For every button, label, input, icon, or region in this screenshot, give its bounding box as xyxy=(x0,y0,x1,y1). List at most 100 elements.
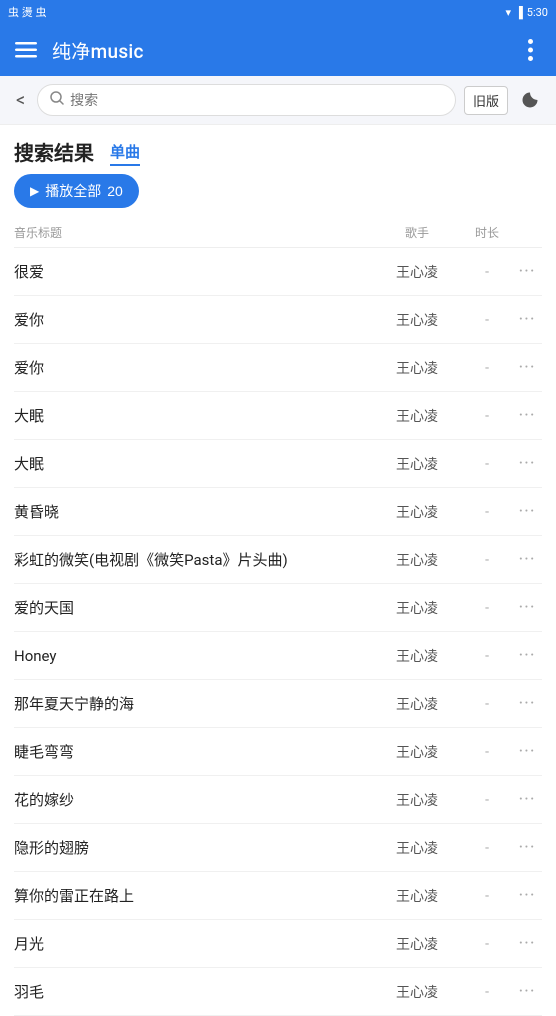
song-artist: 王心凌 xyxy=(372,310,462,330)
song-artist: 王心凌 xyxy=(372,502,462,522)
play-all-button[interactable]: ▶ 播放全部 20 xyxy=(14,174,139,208)
song-more-icon[interactable]: ··· xyxy=(512,453,542,474)
table-row[interactable]: 大眠 王心凌 - ··· xyxy=(14,440,542,488)
table-row[interactable]: 很爱 王心凌 - ··· xyxy=(14,248,542,296)
song-name: Honey xyxy=(14,647,372,665)
song-artist: 王心凌 xyxy=(372,406,462,426)
song-more-icon[interactable]: ··· xyxy=(512,885,542,906)
song-name: 那年夏天宁静的海 xyxy=(14,693,372,714)
song-name: 大眠 xyxy=(14,453,372,474)
song-duration: - xyxy=(462,312,512,328)
search-input[interactable] xyxy=(70,92,443,108)
result-header: 搜索结果 单曲 xyxy=(14,137,542,166)
song-duration: - xyxy=(462,360,512,376)
song-artist: 王心凌 xyxy=(372,358,462,378)
play-all-label: 播放全部 xyxy=(45,181,101,201)
header-artist-col: 歌手 xyxy=(372,224,462,241)
song-duration: - xyxy=(462,504,512,520)
song-name: 爱你 xyxy=(14,309,372,330)
song-duration: - xyxy=(462,408,512,424)
song-name: 彩虹的微笑(电视剧《微笑Pasta》片头曲) xyxy=(14,549,372,570)
time-display: 5:30 xyxy=(527,6,548,19)
song-duration: - xyxy=(462,936,512,952)
table-row[interactable]: 爱的天国 王心凌 - ··· xyxy=(14,584,542,632)
song-more-icon[interactable]: ··· xyxy=(512,645,542,666)
table-row[interactable]: 黄昏晓 王心凌 - ··· xyxy=(14,488,542,536)
song-list: 很爱 王心凌 - ··· 爱你 王心凌 - ··· 爱你 王心凌 - ··· 大… xyxy=(14,248,542,1016)
search-icon xyxy=(50,91,64,109)
wifi-icon: ▾ xyxy=(505,6,511,19)
song-duration: - xyxy=(462,456,512,472)
song-name: 隐形的翅膀 xyxy=(14,837,372,858)
song-more-icon[interactable]: ··· xyxy=(512,789,542,810)
top-bar: 纯净music xyxy=(0,24,556,76)
menu-icon[interactable] xyxy=(12,36,40,64)
table-row[interactable]: 睫毛弯弯 王心凌 - ··· xyxy=(14,728,542,776)
song-duration: - xyxy=(462,552,512,568)
table-row[interactable]: 大眠 王心凌 - ··· xyxy=(14,392,542,440)
table-row[interactable]: 爱你 王心凌 - ··· xyxy=(14,296,542,344)
status-bar: 虫 燙 虫 ▾ ▐ 5:30 xyxy=(0,0,556,24)
song-name: 算你的雷正在路上 xyxy=(14,885,372,906)
song-name: 月光 xyxy=(14,933,372,954)
table-row[interactable]: 那年夏天宁静的海 王心凌 - ··· xyxy=(14,680,542,728)
song-duration: - xyxy=(462,696,512,712)
song-more-icon[interactable]: ··· xyxy=(512,597,542,618)
song-more-icon[interactable]: ··· xyxy=(512,309,542,330)
play-all-play-icon: ▶ xyxy=(30,184,39,198)
song-name: 爱的天国 xyxy=(14,597,372,618)
table-row[interactable]: Honey 王心凌 - ··· xyxy=(14,632,542,680)
song-artist: 王心凌 xyxy=(372,742,462,762)
search-input-wrap[interactable] xyxy=(37,84,456,116)
song-more-icon[interactable]: ··· xyxy=(512,741,542,762)
song-name: 黄昏晓 xyxy=(14,501,372,522)
status-left: 虫 燙 虫 xyxy=(8,4,46,20)
table-row[interactable]: 月光 王心凌 - ··· xyxy=(14,920,542,968)
table-row[interactable]: 羽毛 王心凌 - ··· xyxy=(14,968,542,1016)
song-artist: 王心凌 xyxy=(372,598,462,618)
old-version-button[interactable]: 旧版 xyxy=(464,86,508,115)
song-more-icon[interactable]: ··· xyxy=(512,933,542,954)
song-artist: 王心凌 xyxy=(372,694,462,714)
table-row[interactable]: 爱你 王心凌 - ··· xyxy=(14,344,542,392)
song-name: 很爱 xyxy=(14,261,372,282)
song-artist: 王心凌 xyxy=(372,934,462,954)
table-row[interactable]: 隐形的翅膀 王心凌 - ··· xyxy=(14,824,542,872)
app-title: 纯净music xyxy=(52,37,504,64)
song-artist: 王心凌 xyxy=(372,886,462,906)
table-row[interactable]: 彩虹的微笑(电视剧《微笑Pasta》片头曲) 王心凌 - ··· xyxy=(14,536,542,584)
table-row[interactable]: 花的嫁纱 王心凌 - ··· xyxy=(14,776,542,824)
dark-mode-button[interactable] xyxy=(516,86,544,114)
song-duration: - xyxy=(462,648,512,664)
header-title-col: 音乐标题 xyxy=(14,224,372,241)
search-bar: < 旧版 xyxy=(0,76,556,125)
song-artist: 王心凌 xyxy=(372,454,462,474)
song-more-icon[interactable]: ··· xyxy=(512,405,542,426)
signal-icon: ▐ xyxy=(515,6,523,19)
result-title: 搜索结果 xyxy=(14,137,94,166)
tab-single[interactable]: 单曲 xyxy=(110,141,140,166)
song-duration: - xyxy=(462,600,512,616)
table-row[interactable]: 算你的雷正在路上 王心凌 - ··· xyxy=(14,872,542,920)
status-right: ▾ ▐ 5:30 xyxy=(505,6,548,19)
song-more-icon[interactable]: ··· xyxy=(512,261,542,282)
song-more-icon[interactable]: ··· xyxy=(512,501,542,522)
song-artist: 王心凌 xyxy=(372,550,462,570)
song-duration: - xyxy=(462,264,512,280)
song-artist: 王心凌 xyxy=(372,262,462,282)
song-artist: 王心凌 xyxy=(372,646,462,666)
back-button[interactable]: < xyxy=(12,90,29,111)
song-artist: 王心凌 xyxy=(372,790,462,810)
song-name: 大眠 xyxy=(14,405,372,426)
song-duration: - xyxy=(462,840,512,856)
status-left-text: 虫 燙 虫 xyxy=(8,4,46,20)
song-more-icon[interactable]: ··· xyxy=(512,357,542,378)
song-more-icon[interactable]: ··· xyxy=(512,693,542,714)
song-more-icon[interactable]: ··· xyxy=(512,837,542,858)
search-actions: 旧版 xyxy=(464,86,544,115)
song-more-icon[interactable]: ··· xyxy=(512,549,542,570)
song-duration: - xyxy=(462,888,512,904)
header-duration-col: 时长 xyxy=(462,224,512,241)
song-duration: - xyxy=(462,744,512,760)
more-options-icon[interactable] xyxy=(516,36,544,64)
